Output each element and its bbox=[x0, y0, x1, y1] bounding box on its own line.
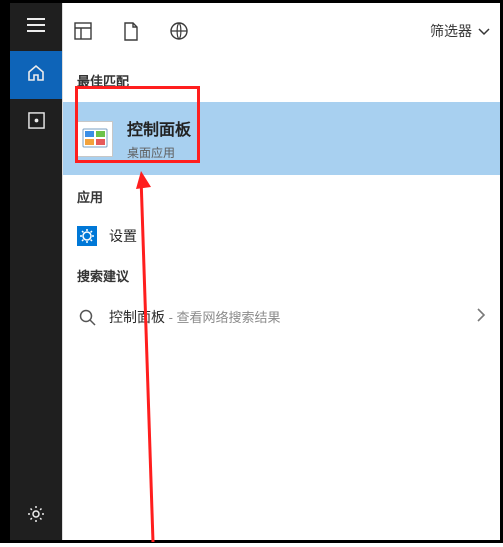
app-settings[interactable]: 设置 bbox=[63, 218, 500, 254]
best-match-section: 最佳匹配 bbox=[63, 59, 500, 102]
search-icon bbox=[77, 307, 97, 327]
suggestion-suffix: - 查看网络搜索结果 bbox=[165, 310, 281, 325]
control-panel-icon bbox=[77, 121, 113, 157]
best-match-header: 最佳匹配 bbox=[77, 65, 486, 98]
home-icon bbox=[27, 64, 45, 87]
settings-app-icon bbox=[77, 226, 97, 246]
sidebar-settings[interactable] bbox=[10, 492, 62, 540]
toolbar: 筛选器 bbox=[63, 3, 500, 59]
chevron-down-icon bbox=[478, 23, 490, 39]
filter-label: 筛选器 bbox=[430, 21, 472, 41]
apps-header: 应用 bbox=[77, 181, 486, 214]
filter-dropdown[interactable]: 筛选器 bbox=[430, 21, 490, 41]
globe-icon[interactable] bbox=[169, 21, 189, 41]
dashboard-icon[interactable] bbox=[73, 21, 93, 41]
search-suggestion[interactable]: 控制面板 - 查看网络搜索结果 bbox=[63, 297, 500, 337]
app-settings-label: 设置 bbox=[109, 226, 137, 246]
sidebar-time[interactable] bbox=[10, 99, 62, 147]
apps-section: 应用 bbox=[63, 175, 500, 218]
gear-icon bbox=[27, 505, 45, 528]
suggestions-section: 搜索建议 bbox=[63, 254, 500, 297]
hamburger-icon bbox=[27, 18, 45, 37]
suggestions-header: 搜索建议 bbox=[77, 260, 486, 293]
chevron-right-icon bbox=[477, 308, 486, 327]
sidebar-home[interactable] bbox=[10, 51, 62, 99]
sidebar bbox=[10, 3, 63, 540]
best-match-result[interactable]: 控制面板 桌面应用 bbox=[63, 102, 500, 175]
clock-icon bbox=[28, 112, 45, 134]
main-panel: 筛选器 最佳匹配 控制面板 桌面应用 应用 设置 bbox=[63, 3, 500, 540]
window-edge-strip bbox=[3, 3, 10, 540]
best-match-title: 控制面板 bbox=[127, 116, 191, 140]
sidebar-hamburger[interactable] bbox=[10, 3, 62, 51]
best-match-texts: 控制面板 桌面应用 bbox=[127, 116, 191, 161]
document-icon[interactable] bbox=[121, 21, 141, 41]
suggestion-text-wrapper: 控制面板 - 查看网络搜索结果 bbox=[109, 307, 281, 327]
best-match-subtitle: 桌面应用 bbox=[127, 144, 191, 161]
suggestion-prefix: 控制面板 bbox=[109, 309, 165, 325]
